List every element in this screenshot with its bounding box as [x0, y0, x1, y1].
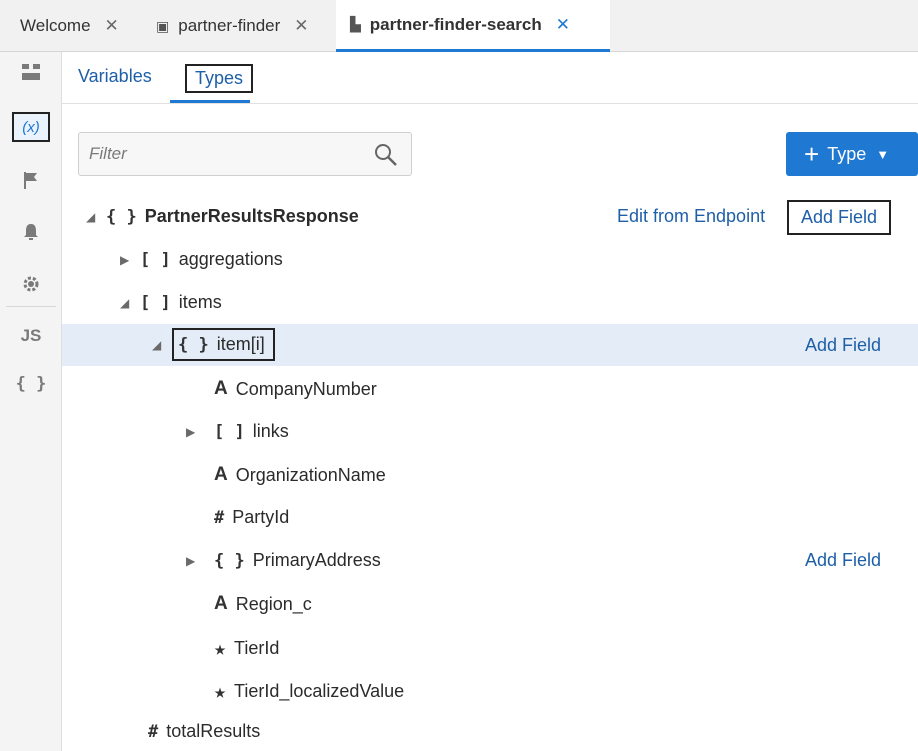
field-name: item[i] — [216, 334, 265, 354]
add-field-link[interactable]: Add Field — [787, 200, 892, 235]
javascript-icon[interactable]: JS — [0, 326, 62, 346]
tree-row-company-number[interactable]: A CompanyNumber — [62, 370, 918, 410]
close-icon[interactable]: ✕ — [556, 15, 570, 35]
project-icon: ▣ — [156, 17, 170, 34]
object-type-icon: { } — [106, 206, 137, 227]
add-type-label: Type — [827, 143, 867, 164]
add-field-link[interactable]: Add Field — [805, 335, 881, 356]
flag-icon[interactable] — [0, 170, 62, 195]
any-type-icon: ★ — [214, 636, 227, 660]
field-name: PartyId — [232, 507, 290, 527]
tree-row-organization-name[interactable]: A OrganizationName — [62, 456, 918, 496]
plus-icon: + — [804, 139, 820, 169]
tree-row-aggregations[interactable]: ▶ [ ] aggregations — [62, 241, 918, 281]
field-name: links — [252, 421, 289, 441]
active-tab-indicator — [170, 100, 250, 103]
tab-variables[interactable]: Variables — [78, 66, 152, 87]
array-type-icon: [ ] — [140, 292, 171, 313]
number-type-icon: # — [214, 507, 225, 528]
expand-toggle-icon[interactable]: ▶ — [186, 554, 206, 568]
edit-from-endpoint-link[interactable]: Edit from Endpoint — [617, 206, 765, 227]
collapse-toggle-icon[interactable]: ◢ — [86, 210, 106, 224]
tab-partner-finder[interactable]: ▣ partner-finder ✕ — [146, 0, 336, 52]
close-icon[interactable]: ✕ — [105, 16, 119, 36]
string-type-icon: A — [214, 593, 228, 614]
field-name: totalResults — [166, 721, 261, 741]
tab-label: partner-finder — [178, 16, 281, 35]
expand-toggle-icon[interactable]: ▶ — [186, 425, 206, 439]
tab-label: Welcome — [20, 16, 91, 35]
chevron-down-icon: ▼ — [876, 146, 890, 162]
json-icon[interactable]: { } — [0, 374, 62, 394]
field-name: items — [178, 292, 222, 312]
tab-welcome[interactable]: Welcome ✕ — [0, 0, 146, 52]
string-type-icon: A — [214, 464, 228, 485]
item-node-highlight: { } item[i] — [172, 328, 275, 361]
tab-label: partner-finder-search — [369, 14, 542, 34]
filter-input[interactable] — [79, 133, 359, 175]
number-type-icon: # — [148, 721, 159, 742]
field-name: TierId — [234, 637, 280, 658]
add-field-link[interactable]: Add Field — [805, 550, 881, 571]
gear-icon[interactable] — [0, 274, 62, 299]
tab-partner-finder-search[interactable]: ▙ partner-finder-search ✕ — [336, 0, 610, 52]
filter-box — [78, 132, 412, 176]
field-name: CompanyNumber — [235, 378, 377, 399]
object-type-icon: { } — [214, 550, 245, 571]
rail-divider — [6, 306, 56, 307]
tree-row-item[interactable]: ◢ { } item[i] Add Field — [62, 324, 918, 366]
tree-row-tier-id[interactable]: ★ TierId — [62, 628, 918, 668]
file-icon: ▙ — [350, 16, 361, 32]
variables-icon[interactable]: (x) — [12, 112, 50, 142]
collapse-toggle-icon[interactable]: ◢ — [120, 296, 140, 310]
string-type-icon: A — [214, 378, 228, 399]
tree-row-region[interactable]: A Region_c — [62, 585, 918, 625]
tree-row-primary-address[interactable]: ▶ { } PrimaryAddress Add Field — [62, 542, 918, 582]
tree-row-links[interactable]: ▶ [ ] links — [62, 413, 918, 453]
structure-icon[interactable] — [0, 62, 62, 87]
type-name: PartnerResultsResponse — [144, 206, 359, 226]
tree-row-tier-id-localized[interactable]: ★ TierId_localizedValue — [62, 671, 918, 711]
left-icon-rail: (x) JS { } — [0, 52, 62, 751]
tab-types[interactable]: Types — [185, 64, 254, 93]
any-type-icon: ★ — [214, 679, 227, 703]
array-type-icon: [ ] — [140, 249, 171, 270]
sub-tab-bar: Variables Types — [62, 52, 918, 104]
expand-toggle-icon[interactable]: ▶ — [120, 253, 140, 267]
search-icon[interactable] — [373, 142, 399, 168]
field-name: OrganizationName — [235, 464, 386, 485]
bell-icon[interactable] — [0, 222, 62, 247]
tree-row-party-id[interactable]: # PartyId — [62, 499, 918, 539]
object-type-icon: { } — [178, 334, 209, 355]
editor-tab-bar: Welcome ✕ ▣ partner-finder ✕ ▙ partner-f… — [0, 0, 918, 52]
field-name: aggregations — [178, 249, 283, 269]
array-type-icon: [ ] — [214, 421, 245, 442]
tree-row-root[interactable]: ◢ { } PartnerResultsResponse Edit from E… — [62, 198, 918, 238]
field-name: PrimaryAddress — [252, 550, 381, 570]
field-name: Region_c — [235, 593, 312, 614]
tree-row-total-results[interactable]: # totalResults — [62, 713, 918, 751]
close-icon[interactable]: ✕ — [294, 16, 308, 36]
tree-row-items[interactable]: ◢ [ ] items — [62, 284, 918, 324]
collapse-toggle-icon[interactable]: ◢ — [152, 338, 172, 352]
add-type-button[interactable]: + Type ▼ — [786, 132, 918, 176]
field-name: TierId_localizedValue — [234, 680, 405, 701]
